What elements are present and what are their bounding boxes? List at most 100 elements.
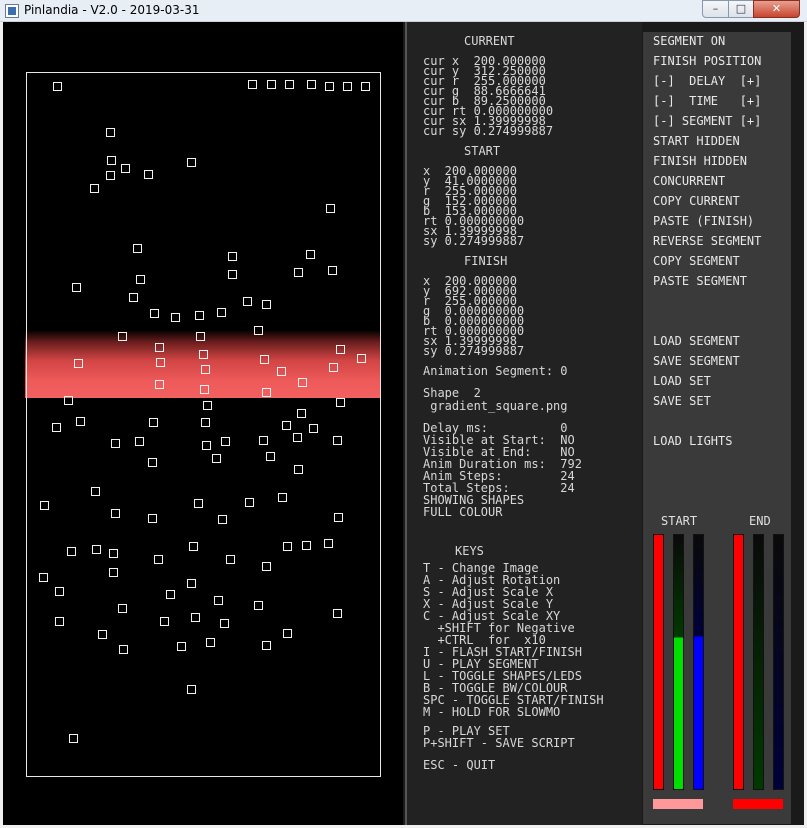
reverse-segment-button[interactable]: REVERSE SEGMENT [653,234,761,248]
led-square[interactable] [92,545,101,554]
led-square[interactable] [194,499,203,508]
led-square[interactable] [69,734,78,743]
led-square[interactable] [111,509,120,518]
led-square[interactable] [293,433,302,442]
end-green-slider[interactable] [753,534,764,790]
led-square[interactable] [53,82,62,91]
led-square[interactable] [111,439,120,448]
led-square[interactable] [203,401,212,410]
led-square[interactable] [187,579,196,588]
led-square[interactable] [189,542,198,551]
led-square[interactable] [191,613,200,622]
led-square[interactable] [220,619,229,628]
concurrent-button[interactable]: CONCURRENT [653,174,725,188]
end-red-slider[interactable] [733,534,744,790]
led-square[interactable] [195,311,204,320]
led-square[interactable] [171,313,180,322]
led-square[interactable] [212,454,221,463]
led-square[interactable] [297,409,306,418]
led-square[interactable] [361,82,370,91]
led-square[interactable] [187,685,196,694]
led-square[interactable] [262,562,271,571]
led-square[interactable] [206,638,215,647]
led-square[interactable] [199,350,208,359]
led-square[interactable] [76,417,85,426]
led-square[interactable] [254,601,263,610]
led-square[interactable] [121,164,130,173]
led-square[interactable] [217,308,226,317]
led-square[interactable] [90,184,99,193]
led-square[interactable] [40,501,49,510]
led-square[interactable] [228,270,237,279]
led-square[interactable] [328,266,337,275]
led-square[interactable] [266,452,275,461]
load-segment-button[interactable]: LOAD SEGMENT [653,334,740,348]
led-square[interactable] [129,293,138,302]
led-square[interactable] [248,80,257,89]
maximize-button[interactable]: □ [728,0,754,18]
led-square[interactable] [98,630,107,639]
led-square[interactable] [302,541,311,550]
led-square[interactable] [119,645,128,654]
led-square[interactable] [155,343,164,352]
led-square[interactable] [333,609,342,618]
led-square[interactable] [136,275,145,284]
load-set-button[interactable]: LOAD SET [653,374,711,388]
led-square[interactable] [357,354,366,363]
led-square[interactable] [307,80,316,89]
end-blue-slider[interactable] [773,534,784,790]
led-square[interactable] [226,555,235,564]
led-square[interactable] [262,641,271,650]
led-square[interactable] [228,252,237,261]
copy-current-button[interactable]: COPY CURRENT [653,194,740,208]
led-square[interactable] [107,156,116,165]
led-square[interactable] [277,367,286,376]
led-square[interactable] [72,283,81,292]
finish-hidden-button[interactable]: FINISH HIDDEN [653,154,747,168]
led-square[interactable] [259,436,268,445]
led-square[interactable] [298,378,307,387]
led-square[interactable] [149,418,158,427]
led-square[interactable] [285,80,294,89]
led-square[interactable] [201,418,210,427]
save-set-button[interactable]: SAVE SET [653,394,711,408]
led-square[interactable] [109,549,118,558]
led-square[interactable] [52,423,61,432]
delay-stepper[interactable]: [-] DELAY [+] [653,74,761,88]
led-square[interactable] [135,437,144,446]
start-red-slider[interactable] [653,534,664,790]
led-square[interactable] [39,573,48,582]
led-square[interactable] [55,617,64,626]
led-square[interactable] [306,250,315,259]
led-square[interactable] [214,596,223,605]
led-square[interactable] [294,465,303,474]
led-square[interactable] [294,268,303,277]
led-square[interactable] [64,396,73,405]
led-square[interactable] [118,332,127,341]
led-square[interactable] [150,309,159,318]
copy-segment-button[interactable]: COPY SEGMENT [653,254,740,268]
led-square[interactable] [336,345,345,354]
led-square[interactable] [334,513,343,522]
led-square[interactable] [326,204,335,213]
led-square[interactable] [325,82,334,91]
time-stepper[interactable]: [-] TIME [+] [653,94,761,108]
minimize-button[interactable]: – [702,0,729,18]
led-square[interactable] [343,82,352,91]
paste-segment-button[interactable]: PASTE SEGMENT [653,274,747,288]
led-square[interactable] [218,515,227,524]
led-square[interactable] [118,604,127,613]
led-square[interactable] [74,359,83,368]
led-square[interactable] [260,355,269,364]
led-square[interactable] [106,171,115,180]
led-square[interactable] [243,297,252,306]
led-square[interactable] [283,542,292,551]
led-square[interactable] [267,80,276,89]
save-segment-button[interactable]: SAVE SEGMENT [653,354,740,368]
led-square[interactable] [202,441,211,450]
led-square[interactable] [221,437,230,446]
led-square[interactable] [201,365,210,374]
led-square[interactable] [278,493,287,502]
led-square[interactable] [262,300,271,309]
led-square[interactable] [67,547,76,556]
